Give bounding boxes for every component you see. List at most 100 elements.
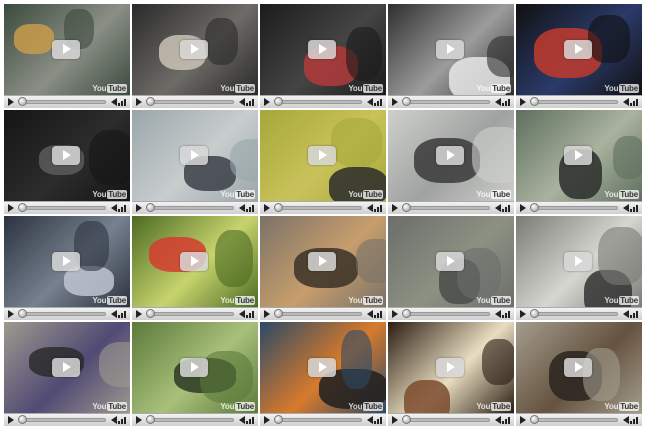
seek-handle[interactable] (274, 203, 283, 212)
video-tile[interactable]: You Tube (4, 322, 130, 426)
seek-bar[interactable] (148, 312, 234, 316)
volume-icon[interactable] (111, 310, 117, 318)
seek-bar[interactable] (404, 100, 490, 104)
play-button-icon[interactable] (264, 98, 270, 106)
video-thumbnail[interactable]: You Tube (4, 110, 130, 201)
play-icon[interactable] (436, 252, 464, 271)
volume-icon[interactable] (623, 416, 629, 424)
seek-bar[interactable] (532, 100, 618, 104)
video-tile[interactable]: You Tube (4, 110, 130, 214)
seek-handle[interactable] (146, 309, 155, 318)
seek-handle[interactable] (146, 203, 155, 212)
play-button-icon[interactable] (8, 416, 14, 424)
video-thumbnail[interactable]: You Tube (132, 216, 258, 307)
play-icon[interactable] (308, 358, 336, 377)
volume-icon[interactable] (367, 416, 373, 424)
video-tile[interactable]: You Tube (516, 110, 642, 214)
seek-bar[interactable] (532, 206, 618, 210)
video-tile[interactable]: You Tube (260, 110, 386, 214)
video-thumbnail[interactable]: You Tube (260, 110, 386, 201)
volume-icon[interactable] (367, 204, 373, 212)
seek-handle[interactable] (530, 415, 539, 424)
video-thumbnail[interactable]: You Tube (260, 216, 386, 307)
seek-bar[interactable] (20, 100, 106, 104)
volume-icon[interactable] (239, 310, 245, 318)
volume-icon[interactable] (111, 204, 117, 212)
volume-icon[interactable] (495, 416, 501, 424)
video-tile[interactable]: You Tube (516, 216, 642, 320)
play-button-icon[interactable] (136, 204, 142, 212)
video-tile[interactable]: You Tube (4, 4, 130, 108)
seek-bar[interactable] (532, 418, 618, 422)
video-thumbnail[interactable]: You Tube (4, 322, 130, 413)
play-button-icon[interactable] (136, 98, 142, 106)
seek-bar[interactable] (532, 312, 618, 316)
play-button-icon[interactable] (8, 98, 14, 106)
seek-bar[interactable] (20, 312, 106, 316)
video-thumbnail[interactable]: You Tube (132, 110, 258, 201)
seek-handle[interactable] (18, 97, 27, 106)
play-icon[interactable] (564, 40, 592, 59)
volume-icon[interactable] (367, 98, 373, 106)
seek-handle[interactable] (402, 97, 411, 106)
video-tile[interactable]: You Tube (388, 322, 514, 426)
seek-bar[interactable] (276, 206, 362, 210)
video-tile[interactable]: You Tube (132, 322, 258, 426)
seek-handle[interactable] (274, 97, 283, 106)
play-button-icon[interactable] (520, 416, 526, 424)
video-tile[interactable]: You Tube (132, 4, 258, 108)
play-icon[interactable] (180, 358, 208, 377)
play-icon[interactable] (564, 146, 592, 165)
seek-handle[interactable] (146, 415, 155, 424)
play-icon[interactable] (52, 146, 80, 165)
play-button-icon[interactable] (392, 310, 398, 318)
play-icon[interactable] (436, 358, 464, 377)
play-button-icon[interactable] (264, 204, 270, 212)
video-thumbnail[interactable]: You Tube (4, 216, 130, 307)
play-button-icon[interactable] (8, 204, 14, 212)
play-icon[interactable] (308, 146, 336, 165)
video-tile[interactable]: You Tube (388, 216, 514, 320)
seek-bar[interactable] (148, 100, 234, 104)
play-button-icon[interactable] (520, 310, 526, 318)
play-button-icon[interactable] (520, 98, 526, 106)
play-icon[interactable] (564, 252, 592, 271)
video-thumbnail[interactable]: You Tube (4, 4, 130, 95)
volume-icon[interactable] (111, 98, 117, 106)
play-button-icon[interactable] (264, 310, 270, 318)
play-button-icon[interactable] (264, 416, 270, 424)
seek-handle[interactable] (530, 97, 539, 106)
seek-handle[interactable] (530, 203, 539, 212)
video-tile[interactable]: You Tube (388, 110, 514, 214)
play-button-icon[interactable] (392, 416, 398, 424)
video-thumbnail[interactable]: You Tube (388, 322, 514, 413)
play-icon[interactable] (436, 146, 464, 165)
seek-handle[interactable] (402, 309, 411, 318)
volume-icon[interactable] (623, 98, 629, 106)
play-button-icon[interactable] (392, 98, 398, 106)
volume-icon[interactable] (111, 416, 117, 424)
seek-bar[interactable] (20, 418, 106, 422)
seek-handle[interactable] (18, 415, 27, 424)
video-thumbnail[interactable]: You Tube (516, 216, 642, 307)
play-button-icon[interactable] (520, 204, 526, 212)
play-icon[interactable] (52, 40, 80, 59)
seek-handle[interactable] (18, 203, 27, 212)
play-icon[interactable] (52, 358, 80, 377)
play-button-icon[interactable] (136, 416, 142, 424)
seek-bar[interactable] (276, 418, 362, 422)
seek-bar[interactable] (404, 418, 490, 422)
video-thumbnail[interactable]: You Tube (388, 4, 514, 95)
seek-handle[interactable] (274, 415, 283, 424)
video-tile[interactable]: You Tube (388, 4, 514, 108)
video-tile[interactable]: You Tube (4, 216, 130, 320)
seek-bar[interactable] (404, 312, 490, 316)
seek-bar[interactable] (20, 206, 106, 210)
video-thumbnail[interactable]: You Tube (132, 4, 258, 95)
volume-icon[interactable] (495, 98, 501, 106)
play-button-icon[interactable] (392, 204, 398, 212)
play-icon[interactable] (564, 358, 592, 377)
video-thumbnail[interactable]: You Tube (388, 216, 514, 307)
seek-bar[interactable] (276, 100, 362, 104)
seek-handle[interactable] (402, 415, 411, 424)
